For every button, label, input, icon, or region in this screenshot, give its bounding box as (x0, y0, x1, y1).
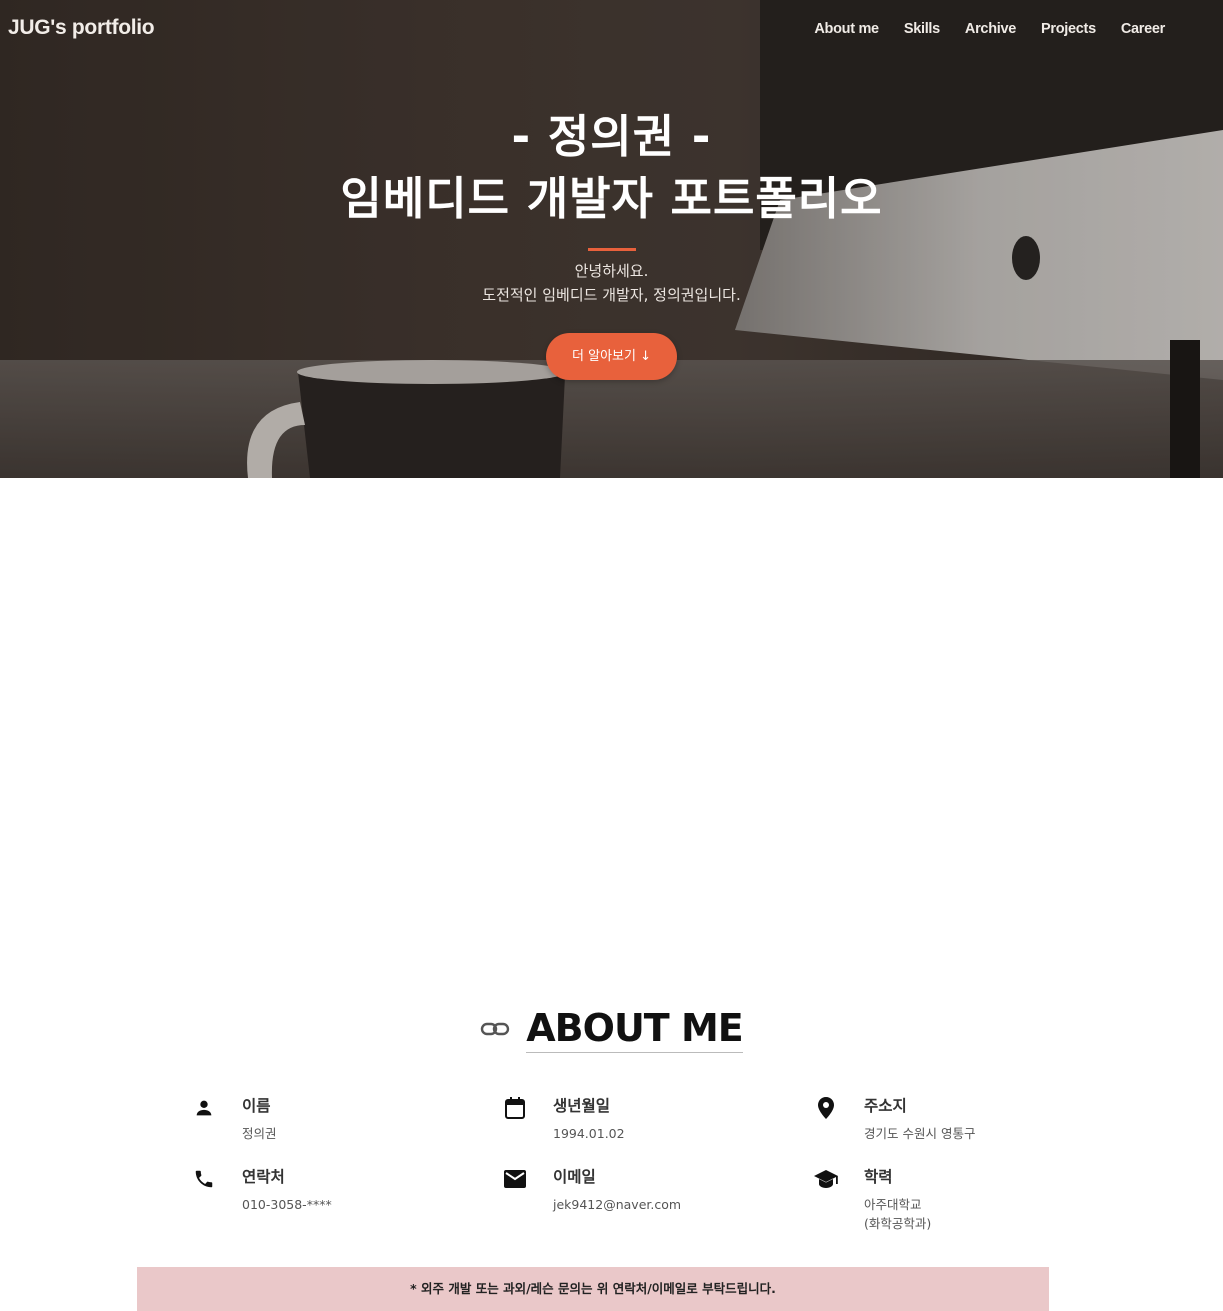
info-value-line2: (화학공학과) (864, 1216, 932, 1231)
info-label: 이메일 (553, 1168, 596, 1186)
brand-logo[interactable]: JUG's portfolio (8, 16, 155, 40)
hero-divider (587, 248, 636, 251)
info-value: 아주대학교 (화학공학과) (864, 1195, 931, 1233)
link-icon (480, 1019, 510, 1043)
info-label: 이름 (242, 1097, 271, 1115)
person-icon (190, 1094, 218, 1122)
calendar-icon (501, 1094, 529, 1122)
nav-item-career[interactable]: Career (1121, 21, 1165, 37)
learn-more-button[interactable]: 더 알아보기 ↓ (546, 333, 677, 380)
info-label: 생년월일 (553, 1097, 611, 1115)
info-value: 1994.01.02 (553, 1126, 625, 1141)
location-pin-icon (812, 1094, 840, 1122)
info-value: jek9412@naver.com (553, 1197, 682, 1212)
hero-subtitle-line2: 도전적인 임베디드 개발자, 정의권입니다. (482, 286, 741, 304)
info-value: 정의권 (242, 1126, 277, 1141)
phone-icon (190, 1165, 218, 1193)
hero-subtitle-line1: 안녕하세요. (574, 262, 649, 280)
nav-item-about-me[interactable]: About me (814, 21, 879, 37)
about-heading: ABOUT ME (0, 1008, 1223, 1053)
top-navigation: JUG's portfolio About me Skills Archive … (0, 0, 1223, 60)
info-label: 연락처 (242, 1168, 285, 1186)
info-value: 경기도 수원시 영통구 (864, 1126, 976, 1141)
hero-content: - 정의권 - 임베디드 개발자 포트폴리오 안녕하세요. 도전적인 임베디드 … (0, 106, 1223, 380)
info-item-address: 주소지 경기도 수원시 영통구 (812, 1094, 1112, 1143)
info-value-line1: 아주대학교 (864, 1197, 922, 1212)
graduation-cap-icon (812, 1165, 840, 1193)
info-item-birthdate: 생년월일 1994.01.02 (501, 1094, 812, 1143)
about-title: ABOUT ME (526, 1008, 744, 1053)
about-info-grid: 이름 정의권 생년월일 1994.01.02 주소지 경기도 수원시 영통구 연… (190, 1094, 1120, 1233)
info-item-education: 학력 아주대학교 (화학공학과) (812, 1165, 1112, 1233)
contact-notice: * 외주 개발 또는 과외/레슨 문의는 위 연락처/이메일로 부탁드립니다. (137, 1267, 1049, 1311)
hero-title-line1: - 정의권 - (511, 110, 712, 163)
nav-item-archive[interactable]: Archive (965, 21, 1016, 37)
info-value: 010-3058-**** (242, 1197, 332, 1212)
info-item-name: 이름 정의권 (190, 1094, 501, 1143)
info-item-phone: 연락처 010-3058-**** (190, 1165, 501, 1233)
nav-item-skills[interactable]: Skills (904, 21, 940, 37)
info-label: 주소지 (864, 1097, 907, 1115)
hero-section: JUG's portfolio About me Skills Archive … (0, 0, 1223, 478)
info-label: 학력 (864, 1168, 893, 1186)
mail-icon (501, 1165, 529, 1193)
hero-title-line2: 임베디드 개발자 포트폴리오 (340, 172, 883, 225)
nav-item-projects[interactable]: Projects (1041, 21, 1096, 37)
info-item-email: 이메일 jek9412@naver.com (501, 1165, 812, 1233)
nav-menu: About me Skills Archive Projects Career (814, 21, 1165, 37)
